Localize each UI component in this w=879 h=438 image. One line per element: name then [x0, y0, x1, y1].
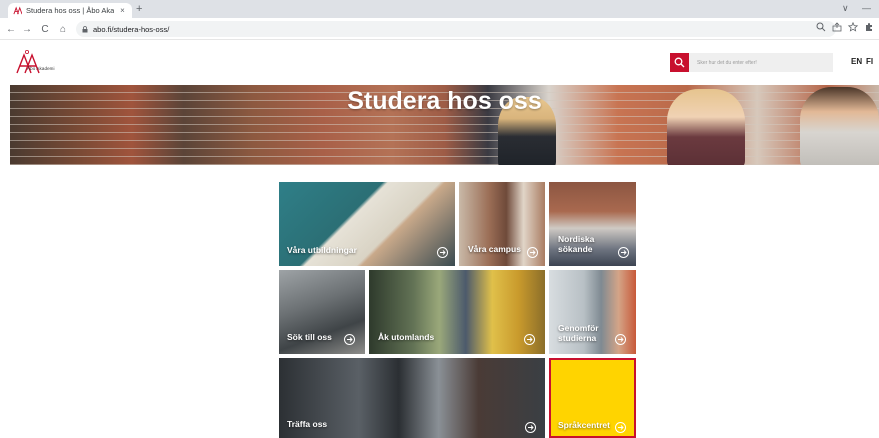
arrow-right-icon — [437, 247, 448, 258]
tab-close-icon[interactable]: × — [118, 6, 127, 15]
tile-label: Nordiska sökande — [558, 234, 595, 254]
extensions-icon[interactable] — [862, 22, 876, 32]
arrow-right-icon — [525, 422, 536, 433]
star-icon[interactable] — [846, 22, 860, 32]
forward-button[interactable]: → — [20, 22, 34, 36]
tile-label: Språkcentret — [558, 420, 610, 430]
logo-text: Åbo Akademi — [27, 66, 55, 71]
browser-toolbar: ← → C ⌂ abo.fi/studera-hos-oss/ — [0, 18, 879, 40]
tile-traffa-oss[interactable]: Träffa oss — [279, 358, 545, 438]
tile-vara-utbildningar[interactable]: Våra utbildningar — [279, 182, 455, 266]
abo-akademi-logo-icon[interactable] — [15, 49, 75, 79]
site-header: Åbo Akademi Sker hur det du enter efter!… — [0, 40, 879, 85]
tile-sok-till-oss[interactable]: Sök till oss — [279, 270, 365, 354]
search-button[interactable] — [670, 53, 689, 72]
arrow-right-icon — [344, 334, 355, 345]
tab-title: Studera hos oss | Åbo Akademi — [26, 6, 114, 15]
tile-vara-campus[interactable]: Våra campus — [459, 182, 545, 266]
lang-en-link[interactable]: EN — [851, 57, 862, 66]
address-bar[interactable]: abo.fi/studera-hos-oss/ — [76, 21, 836, 37]
arrow-right-icon — [615, 334, 626, 345]
arrow-right-icon — [527, 247, 538, 258]
favicon-icon — [13, 6, 22, 15]
back-button[interactable]: ← — [4, 22, 18, 36]
tab-search-icon[interactable]: ∨ — [842, 3, 849, 14]
tile-label: Genomför studierna — [558, 323, 599, 343]
tile-ak-utomlands[interactable]: Åk utomlands — [369, 270, 545, 354]
page: Studera hos oss | Åbo Akademi × + ∨ — ← … — [0, 0, 879, 438]
search-input[interactable]: Sker hur det du enter efter! — [689, 53, 833, 72]
hero-banner: Studera hos oss — [10, 85, 879, 165]
search-icon — [674, 57, 685, 68]
arrow-right-icon — [524, 334, 535, 345]
new-tab-button[interactable]: + — [136, 3, 142, 15]
tile-label: Träffa oss — [287, 419, 328, 429]
arrow-right-icon — [615, 422, 626, 433]
url-text: abo.fi/studera-hos-oss/ — [93, 24, 170, 34]
lock-icon — [82, 25, 88, 32]
tile-label: Åk utomlands — [378, 332, 435, 342]
share-icon[interactable] — [830, 22, 844, 32]
zoom-icon[interactable] — [814, 22, 828, 32]
reload-button[interactable]: C — [38, 22, 52, 36]
lang-fi-link[interactable]: FI — [866, 57, 873, 66]
tile-genomfor-studierna[interactable]: Genomför studierna — [549, 270, 636, 354]
tile-sprakcentret[interactable]: Språkcentret — [549, 358, 636, 438]
hero-title: Studera hos oss — [347, 87, 542, 115]
browser-tabstrip: Studera hos oss | Åbo Akademi × + ∨ — — [0, 0, 879, 18]
home-button[interactable]: ⌂ — [56, 22, 70, 36]
minimize-button[interactable]: — — [862, 3, 871, 13]
arrow-right-icon — [618, 247, 629, 258]
tile-label: Våra campus — [468, 244, 521, 254]
tile-nordiska-sokande[interactable]: Nordiska sökande — [549, 182, 636, 266]
tile-label: Våra utbildningar — [287, 245, 357, 255]
tile-label: Sök till oss — [287, 332, 332, 342]
browser-tab[interactable]: Studera hos oss | Åbo Akademi × — [8, 3, 132, 18]
